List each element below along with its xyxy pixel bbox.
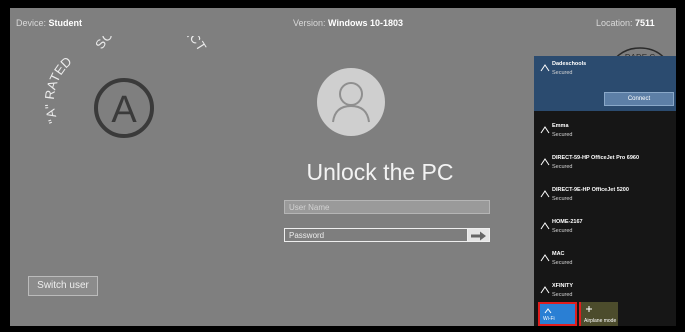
wifi-signal-icon	[540, 286, 550, 294]
submit-button[interactable]	[467, 228, 490, 242]
device-info: Device: Student	[16, 18, 82, 28]
lock-screen: Device: Student Version: Windows 10-1803…	[10, 8, 676, 326]
status-bar: Device: Student Version: Windows 10-1803…	[10, 8, 676, 30]
connect-button[interactable]: Connect	[604, 92, 674, 106]
username-field[interactable]: User Name	[284, 200, 490, 214]
wifi-signal-icon	[540, 126, 550, 134]
user-icon	[332, 82, 370, 123]
network-name: HOME-2167	[552, 219, 583, 225]
network-item-mac[interactable]: MAC Secured	[534, 246, 676, 272]
network-status: Secured	[552, 70, 573, 76]
logo-left-text: "A" RATED	[42, 54, 75, 126]
wifi-signal-icon	[540, 64, 550, 72]
network-status: Secured	[552, 132, 573, 138]
network-item-direct-59[interactable]: DIRECT-59-HP OfficeJet Pro 6960 Secured	[534, 150, 676, 176]
logo-letter: A	[111, 89, 137, 131]
location-label: Location:	[596, 18, 633, 28]
wifi-signal-icon	[540, 222, 550, 230]
arrow-right-icon	[471, 231, 486, 241]
network-name: Dadeschools	[552, 61, 587, 67]
switch-user-button[interactable]: Switch user	[28, 276, 98, 296]
network-item-direct-9e[interactable]: DIRECT-9E-HP OfficeJet 5200 Secured	[534, 182, 676, 208]
wifi-toggle[interactable]: Wi-Fi	[538, 302, 577, 326]
user-avatar	[317, 68, 385, 136]
version-value: Windows 10-1803	[328, 18, 403, 28]
airplane-mode-toggle[interactable]: Airplane mode	[579, 302, 618, 326]
network-name: DIRECT-59-HP OfficeJet Pro 6960	[552, 155, 640, 161]
network-name: DIRECT-9E-HP OfficeJet 5200	[552, 187, 629, 193]
wifi-flyout: Dadeschools Secured Connect Emma Secured…	[534, 56, 676, 326]
logo-right-text: SCHOOL DISTRICT	[92, 36, 210, 54]
network-status: Secured	[552, 292, 573, 298]
unlock-title: Unlock the PC	[306, 159, 454, 185]
network-status: Secured	[552, 196, 573, 202]
network-name: MAC	[552, 251, 565, 257]
device-label: Device:	[16, 18, 47, 28]
wifi-signal-icon	[540, 190, 550, 198]
wifi-signal-icon	[540, 158, 550, 166]
wifi-toggle-label: Wi-Fi	[543, 316, 555, 322]
version-label: Version:	[293, 18, 326, 28]
location-info: Location: 7511	[596, 18, 655, 28]
network-name: XFINITY	[552, 283, 574, 289]
wifi-signal-icon	[540, 254, 550, 262]
location-value: 7511	[635, 18, 655, 28]
airplane-icon	[586, 306, 592, 312]
network-item-xfinity[interactable]: XFINITY Secured	[534, 278, 676, 304]
network-item-emma[interactable]: Emma Secured	[534, 118, 676, 144]
network-name: Emma	[552, 123, 569, 129]
version-info: Version: Windows 10-1803	[293, 18, 403, 28]
password-field[interactable]: Password	[284, 228, 490, 242]
network-item-dadeschools[interactable]: Dadeschools Secured Connect	[534, 56, 676, 111]
airplane-mode-label: Airplane mode	[584, 318, 617, 324]
network-status: Secured	[552, 228, 573, 234]
network-status: Secured	[552, 260, 573, 266]
wifi-icon	[544, 308, 552, 314]
device-value: Student	[48, 18, 83, 28]
network-status: Secured	[552, 164, 573, 170]
network-item-home-2167[interactable]: HOME-2167 Secured	[534, 214, 676, 240]
school-district-logo: "A" RATED SCHOOL DISTRICT A	[42, 36, 210, 138]
